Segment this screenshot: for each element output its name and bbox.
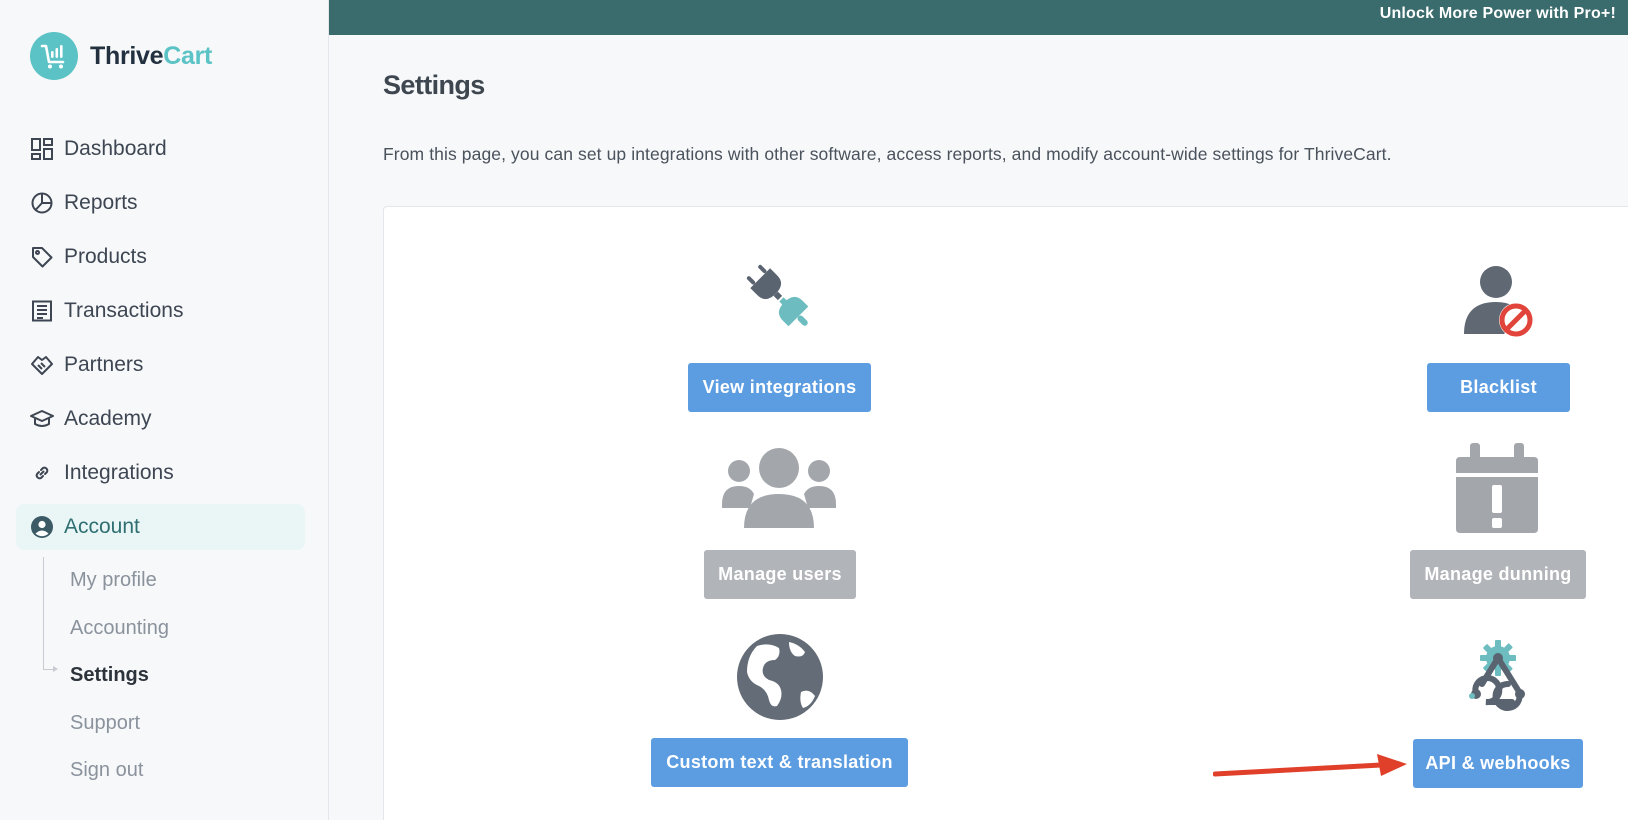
sidebar-item-products[interactable]: Products [16, 234, 305, 280]
page-title: Settings [383, 70, 485, 100]
sidebar-item-label: Partners [64, 353, 144, 376]
cart-logo-icon [30, 32, 78, 80]
main-nav: Dashboard Reports Products Transactions [16, 126, 305, 558]
user-circle-icon [30, 515, 54, 539]
sidebar-item-label: Academy [64, 407, 152, 430]
sidebar-item-reports[interactable]: Reports [16, 180, 305, 226]
subnav-item-settings[interactable]: Settings [70, 652, 283, 700]
subnav-tree-arrow-icon [43, 666, 58, 672]
brand-name-part2: Cart [163, 41, 213, 70]
api-webhooks-button[interactable]: API & webhooks [1413, 739, 1583, 788]
settings-card [383, 206, 1628, 820]
brand-name: ThriveCart [90, 42, 212, 71]
pie-chart-icon [30, 191, 54, 215]
annotation-arrow-icon [1212, 752, 1409, 787]
globe-icon [735, 632, 825, 722]
subnav-item-my-profile[interactable]: My profile [70, 557, 283, 605]
receipt-icon [30, 299, 54, 323]
sidebar-item-label: Account [64, 515, 140, 538]
subnav-item-sign-out[interactable]: Sign out [70, 747, 283, 795]
page-description: From this page, you can set up integrati… [383, 144, 1392, 164]
upgrade-banner: Unlock More Power with Pro+! [329, 0, 1628, 35]
sidebar-item-partners[interactable]: Partners [16, 342, 305, 388]
brand-logo[interactable]: ThriveCart [30, 32, 212, 80]
custom-text-translation-button[interactable]: Custom text & translation [651, 738, 908, 787]
sidebar-item-label: Transactions [64, 299, 184, 322]
app-window: ThriveCart Dashboard Reports Products Tr… [0, 0, 1628, 820]
manage-dunning-button[interactable]: Manage dunning [1410, 550, 1586, 599]
dashboard-icon [30, 137, 54, 161]
link-icon [30, 461, 54, 485]
sidebar-item-integrations[interactable]: Integrations [16, 450, 305, 496]
blacklist-button[interactable]: Blacklist [1427, 363, 1570, 412]
sidebar: ThriveCart Dashboard Reports Products Tr… [0, 0, 329, 820]
sidebar-item-account[interactable]: Account [16, 504, 305, 550]
upgrade-link[interactable]: Unlock More Power with Pro+! [1380, 0, 1616, 28]
sidebar-item-label: Reports [64, 191, 138, 214]
webhook-icon [1460, 640, 1536, 712]
sidebar-item-label: Products [64, 245, 147, 268]
plug-icon [740, 258, 820, 338]
user-blocked-icon [1456, 262, 1536, 340]
graduation-cap-icon [30, 407, 54, 431]
sidebar-item-transactions[interactable]: Transactions [16, 288, 305, 334]
sidebar-item-label: Integrations [64, 461, 174, 484]
tag-icon [30, 245, 54, 269]
users-group-icon [722, 446, 836, 528]
account-subnav: My profile Accounting Settings Support S… [43, 557, 283, 795]
subnav-item-accounting[interactable]: Accounting [70, 605, 283, 653]
manage-users-button[interactable]: Manage users [704, 550, 856, 599]
sidebar-item-dashboard[interactable]: Dashboard [16, 126, 305, 172]
handshake-icon [30, 353, 54, 377]
view-integrations-button[interactable]: View integrations [688, 363, 871, 412]
subnav-item-support[interactable]: Support [70, 700, 283, 748]
sidebar-item-academy[interactable]: Academy [16, 396, 305, 442]
subnav-tree-line [43, 557, 44, 669]
calendar-alert-icon [1456, 443, 1538, 535]
brand-name-part1: Thrive [90, 41, 164, 70]
sidebar-item-label: Dashboard [64, 137, 167, 160]
